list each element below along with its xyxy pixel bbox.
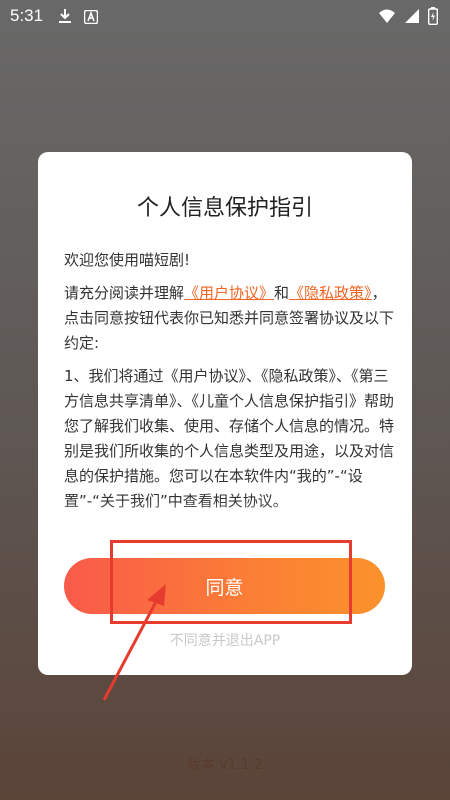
version-text: 版本 v1.1.2 [186, 757, 264, 773]
annotation-arrow-icon [102, 584, 166, 701]
